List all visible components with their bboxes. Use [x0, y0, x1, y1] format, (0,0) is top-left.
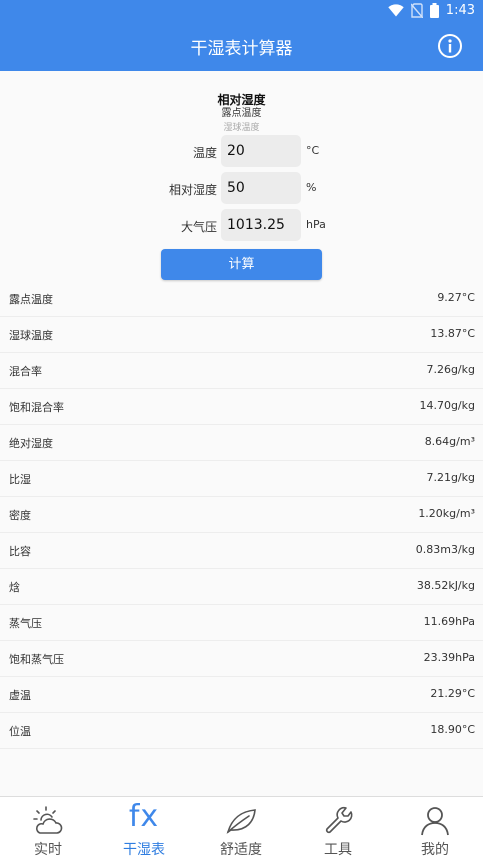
humidity-input[interactable]: [221, 172, 301, 204]
result-label: 焓: [9, 581, 20, 594]
bottom-nav: 实时 fx 干湿表 舒适度 工具 我的: [0, 796, 483, 860]
result-value: 23.39hPa: [423, 651, 475, 664]
nav-label: 实时: [34, 842, 62, 858]
result-label: 露点温度: [9, 293, 53, 306]
result-row: 饱和蒸气压 23.39hPa: [0, 641, 483, 677]
pressure-row: 大气压 hPa: [0, 209, 483, 241]
result-value: 7.26g/kg: [426, 363, 475, 376]
result-label: 饱和混合率: [9, 401, 64, 414]
temperature-row: 温度 °C: [0, 135, 483, 167]
picker-option-selected[interactable]: 相对湿度: [180, 93, 303, 107]
result-value: 7.21g/kg: [426, 471, 475, 484]
picker-option[interactable]: 湿球温度: [180, 121, 303, 133]
calculate-button[interactable]: 计算: [161, 249, 322, 280]
pressure-input[interactable]: [221, 209, 301, 241]
result-row: 密度 1.20kg/m³: [0, 497, 483, 533]
result-label: 蒸气压: [9, 617, 42, 630]
result-value: 8.64g/m³: [424, 435, 475, 448]
result-value: 18.90°C: [430, 723, 475, 736]
weather-icon: [33, 806, 63, 834]
nav-label: 工具: [324, 842, 352, 858]
temperature-input[interactable]: [221, 135, 301, 167]
results-list: 露点温度 9.27°C 湿球温度 13.87°C 混合率 7.26g/kg 饱和混合率 14.…: [0, 281, 483, 749]
result-row: 露点温度 9.27°C: [0, 281, 483, 317]
result-row: 混合率 7.26g/kg: [0, 353, 483, 389]
status-icons: 1:43: [388, 3, 475, 18]
pressure-label: 大气压: [180, 220, 217, 234]
leaf-icon: [226, 809, 256, 834]
picker-option[interactable]: 露点温度: [180, 107, 303, 121]
nav-item-me[interactable]: 我的: [387, 797, 483, 860]
result-row: 位温 18.90°C: [0, 713, 483, 749]
result-label: 比容: [9, 545, 31, 558]
nav-item-psychrometer[interactable]: fx 干湿表: [96, 797, 192, 860]
nav-label: 舒适度: [220, 842, 262, 858]
humidity-label: 相对湿度: [168, 183, 217, 197]
result-label: 饱和蒸气压: [9, 653, 64, 666]
battery-icon: [429, 3, 439, 18]
result-row: 饱和混合率 14.70g/kg: [0, 389, 483, 425]
result-row: 蒸气压 11.69hPa: [0, 605, 483, 641]
result-value: 14.70g/kg: [419, 399, 475, 412]
result-label: 位温: [9, 725, 31, 738]
result-label: 绝对湿度: [9, 437, 53, 450]
result-row: 比湿 7.21g/kg: [0, 461, 483, 497]
nav-label: 干湿表: [123, 842, 165, 858]
result-row: 湿球温度 13.87°C: [0, 317, 483, 353]
app-title: 干湿表计算器: [190, 39, 293, 59]
result-value: 21.29°C: [430, 687, 475, 700]
nav-label: 我的: [421, 842, 449, 858]
temperature-unit: °C: [306, 144, 320, 157]
temperature-label: 温度: [192, 146, 217, 160]
no-sim-icon: [410, 3, 423, 18]
result-label: 湿球温度: [9, 329, 53, 342]
result-row: 绝对湿度 8.64g/m³: [0, 425, 483, 461]
result-value: 1.20kg/m³: [418, 507, 475, 520]
calculator-content: 相对湿度 露点温度 湿球温度 温度 °C 相对湿度 % 大气压 hPa 计算 露…: [0, 71, 483, 796]
result-label: 虚温: [9, 689, 31, 702]
result-row: 比容 0.83m3/kg: [0, 533, 483, 569]
info-icon[interactable]: [437, 33, 463, 59]
fx-icon: fx: [128, 799, 160, 834]
app-bar: 干湿表计算器: [0, 24, 483, 71]
result-value: 11.69hPa: [423, 615, 475, 628]
result-value: 13.87°C: [430, 327, 475, 340]
result-value: 9.27°C: [437, 291, 475, 304]
nav-item-realtime[interactable]: 实时: [0, 797, 96, 860]
humidity-unit: %: [306, 181, 317, 194]
status-bar: 1:43: [0, 0, 483, 24]
result-row: 焓 38.52kJ/kg: [0, 569, 483, 605]
nav-item-tools[interactable]: 工具: [290, 797, 386, 860]
humidity-row: 相对湿度 %: [0, 172, 483, 204]
result-value: 38.52kJ/kg: [416, 579, 475, 592]
result-label: 比湿: [9, 473, 31, 486]
pressure-unit: hPa: [306, 218, 326, 231]
wrench-icon: [325, 806, 353, 834]
result-row: 虚温 21.29°C: [0, 677, 483, 713]
input-mode-picker[interactable]: 相对湿度 露点温度 湿球温度: [180, 93, 303, 133]
status-time: 1:43: [445, 3, 475, 18]
result-value: 0.83m3/kg: [415, 543, 475, 556]
nav-item-comfort[interactable]: 舒适度: [193, 797, 289, 860]
result-label: 混合率: [9, 365, 42, 378]
result-label: 密度: [9, 509, 31, 522]
wifi-icon: [388, 4, 404, 17]
user-icon: [421, 807, 449, 836]
